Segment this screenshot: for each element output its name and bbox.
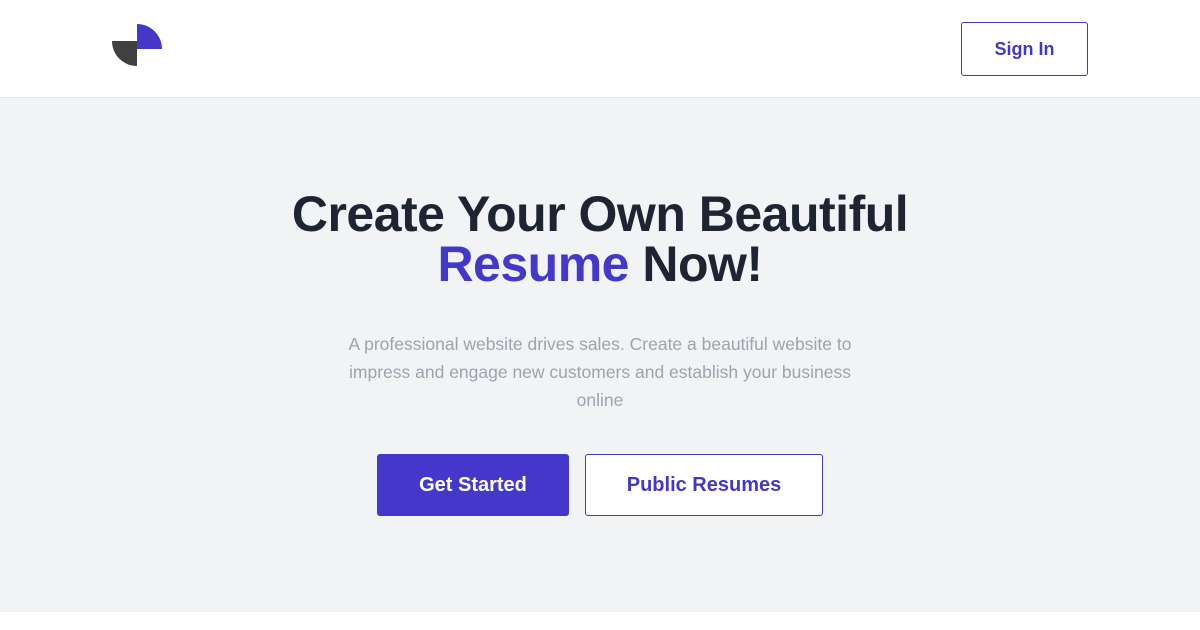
headline-line-1: Create Your Own Beautiful: [291, 186, 909, 242]
hero-section: Create Your Own Beautiful Resume Now! A …: [0, 98, 1200, 612]
headline-accent-word: Resume: [437, 236, 629, 292]
headline-line-2-rest: Now!: [628, 236, 763, 292]
hero-description: A professional website drives sales. Cre…: [348, 334, 852, 410]
quarter-circles-logo-icon[interactable]: [112, 24, 162, 66]
sign-in-button[interactable]: Sign In: [961, 22, 1088, 76]
site-header: Sign In: [0, 0, 1200, 98]
public-resumes-button[interactable]: Public Resumes: [585, 454, 823, 516]
get-started-button[interactable]: Get Started: [377, 454, 569, 516]
hero-headline: Create Your Own Beautiful Resume Now!: [0, 189, 1200, 289]
